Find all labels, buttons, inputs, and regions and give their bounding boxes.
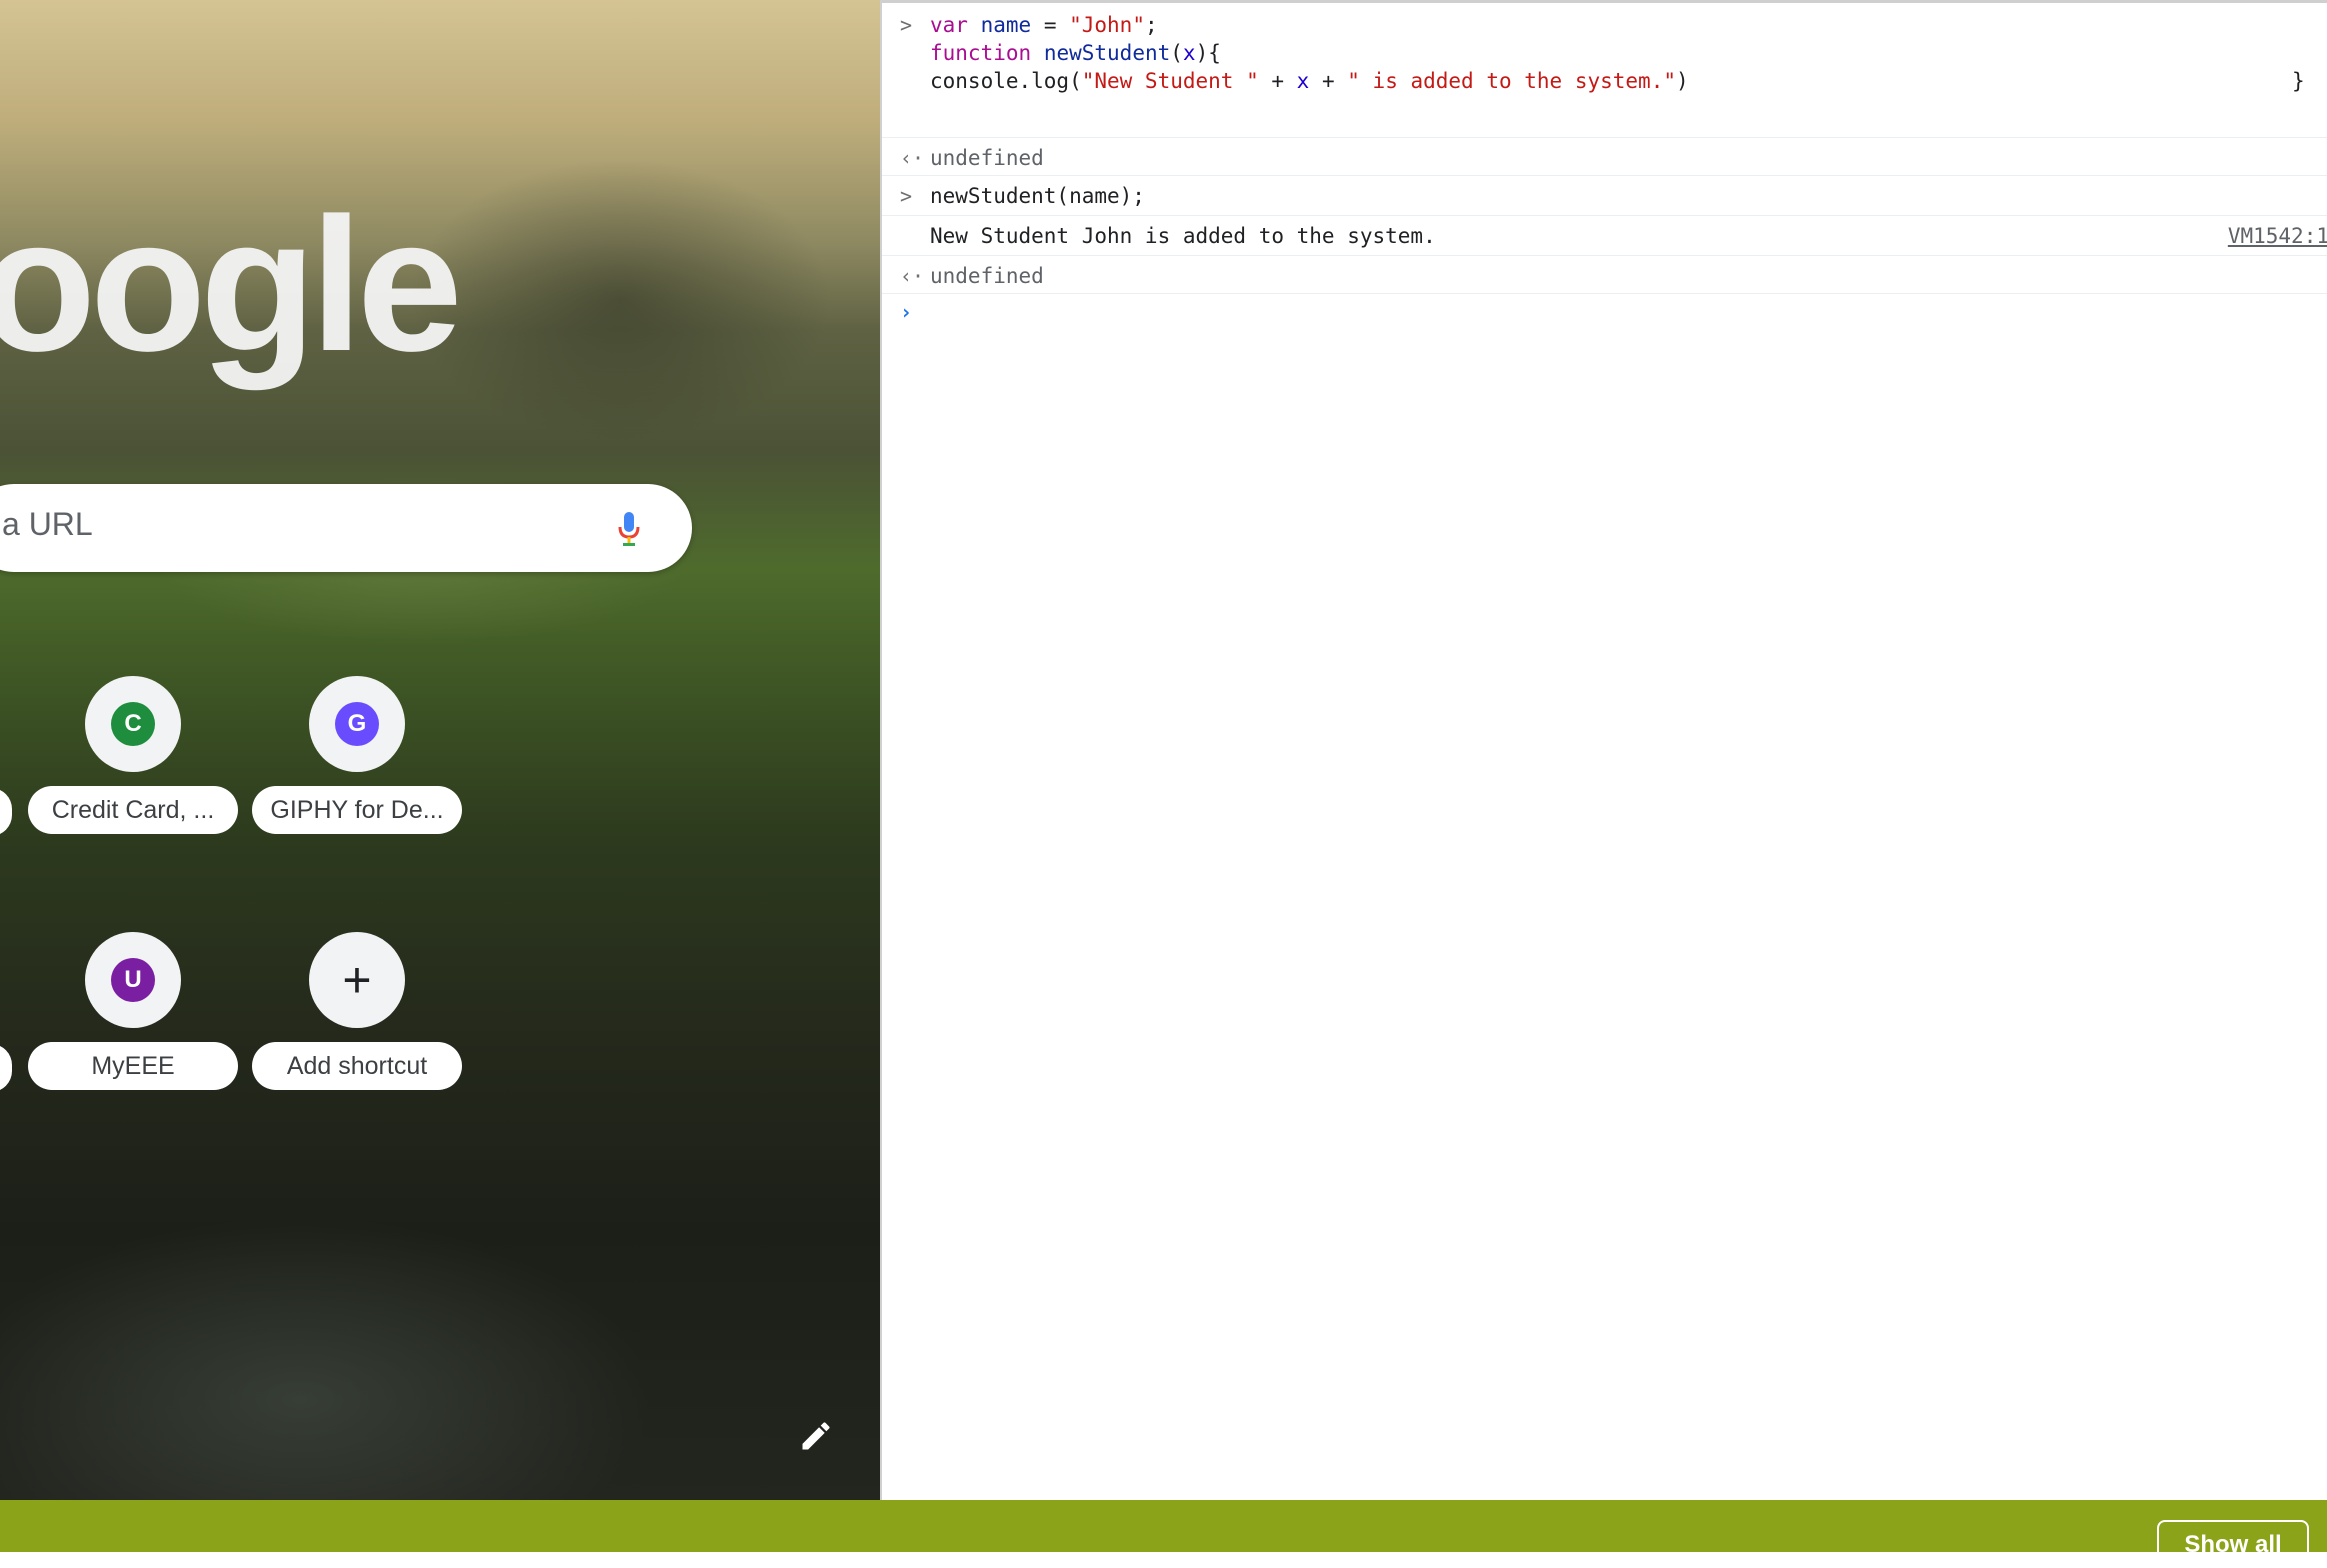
shortcut-label: GIPHY for De... [252, 786, 462, 834]
prompt-chevron-icon: › [900, 300, 913, 324]
devtools-console: > var name = "John"; function newStudent… [880, 0, 2327, 1500]
console-result-entry: ‹· undefined [882, 256, 2327, 294]
console-log-entry: New Student John is added to the system.… [882, 216, 2327, 256]
plus-icon: + [342, 952, 372, 1008]
result-arrow-icon: ‹· [900, 264, 925, 288]
console-prompt[interactable]: › [882, 294, 2327, 334]
shortcut-label-partial[interactable] [0, 788, 12, 836]
console-input-entry[interactable]: > newStudent(name); [882, 176, 2327, 216]
search-box[interactable]: a URL [0, 484, 692, 572]
code-line-3: console.log("New Student " + x + " is ad… [930, 69, 1689, 93]
shortcut-label: Credit Card, ... [28, 786, 238, 834]
input-text: newStudent(name); [930, 184, 1145, 208]
microphone-icon[interactable] [618, 510, 640, 548]
shortcut-label: Add shortcut [252, 1042, 462, 1090]
search-placeholder: a URL [2, 506, 93, 542]
code-line-1: var name = "John"; [930, 13, 1158, 37]
console-input-entry[interactable]: > var name = "John"; function newStudent… [882, 3, 2327, 138]
result-text: undefined [930, 146, 1044, 170]
code-line-2: function newStudent(x){ [930, 41, 1221, 65]
shortcut-credit-card[interactable]: C Credit Card, ... [28, 676, 238, 834]
shortcut-icon-circle: G [309, 676, 405, 772]
shortcut-label-partial[interactable] [0, 1044, 12, 1092]
favicon-g-icon: G [335, 702, 379, 746]
show-all-button[interactable]: Show all [2157, 1520, 2309, 1566]
shortcut-icon-circle: C [85, 676, 181, 772]
log-text: New Student John is added to the system. [930, 224, 1436, 248]
shortcut-myeee[interactable]: U MyEEE [28, 932, 238, 1090]
shortcut-icon-circle: U [85, 932, 181, 1028]
code-closing-brace: } [2292, 69, 2305, 93]
shortcut-giphy[interactable]: G GIPHY for De... [252, 676, 462, 834]
new-tab-page: oogle a URL C Credit Card, ... G GIPHY f… [0, 0, 880, 1500]
source-link[interactable]: VM1542:1 [2228, 224, 2327, 248]
result-text: undefined [930, 264, 1044, 288]
shortcut-label: MyEEE [28, 1042, 238, 1090]
result-arrow-icon: ‹· [900, 146, 925, 170]
input-chevron-icon: > [900, 184, 913, 208]
input-chevron-icon: > [900, 13, 913, 37]
shortcut-icon-circle: + [309, 932, 405, 1028]
download-bar: Show all [0, 1500, 2327, 1566]
pencil-icon[interactable] [798, 1418, 834, 1454]
favicon-u-icon: U [111, 958, 155, 1002]
add-shortcut-button[interactable]: + Add shortcut [252, 932, 462, 1090]
console-result-entry: ‹· undefined [882, 138, 2327, 176]
google-logo: oogle [0, 179, 463, 391]
favicon-c-icon: C [111, 702, 155, 746]
